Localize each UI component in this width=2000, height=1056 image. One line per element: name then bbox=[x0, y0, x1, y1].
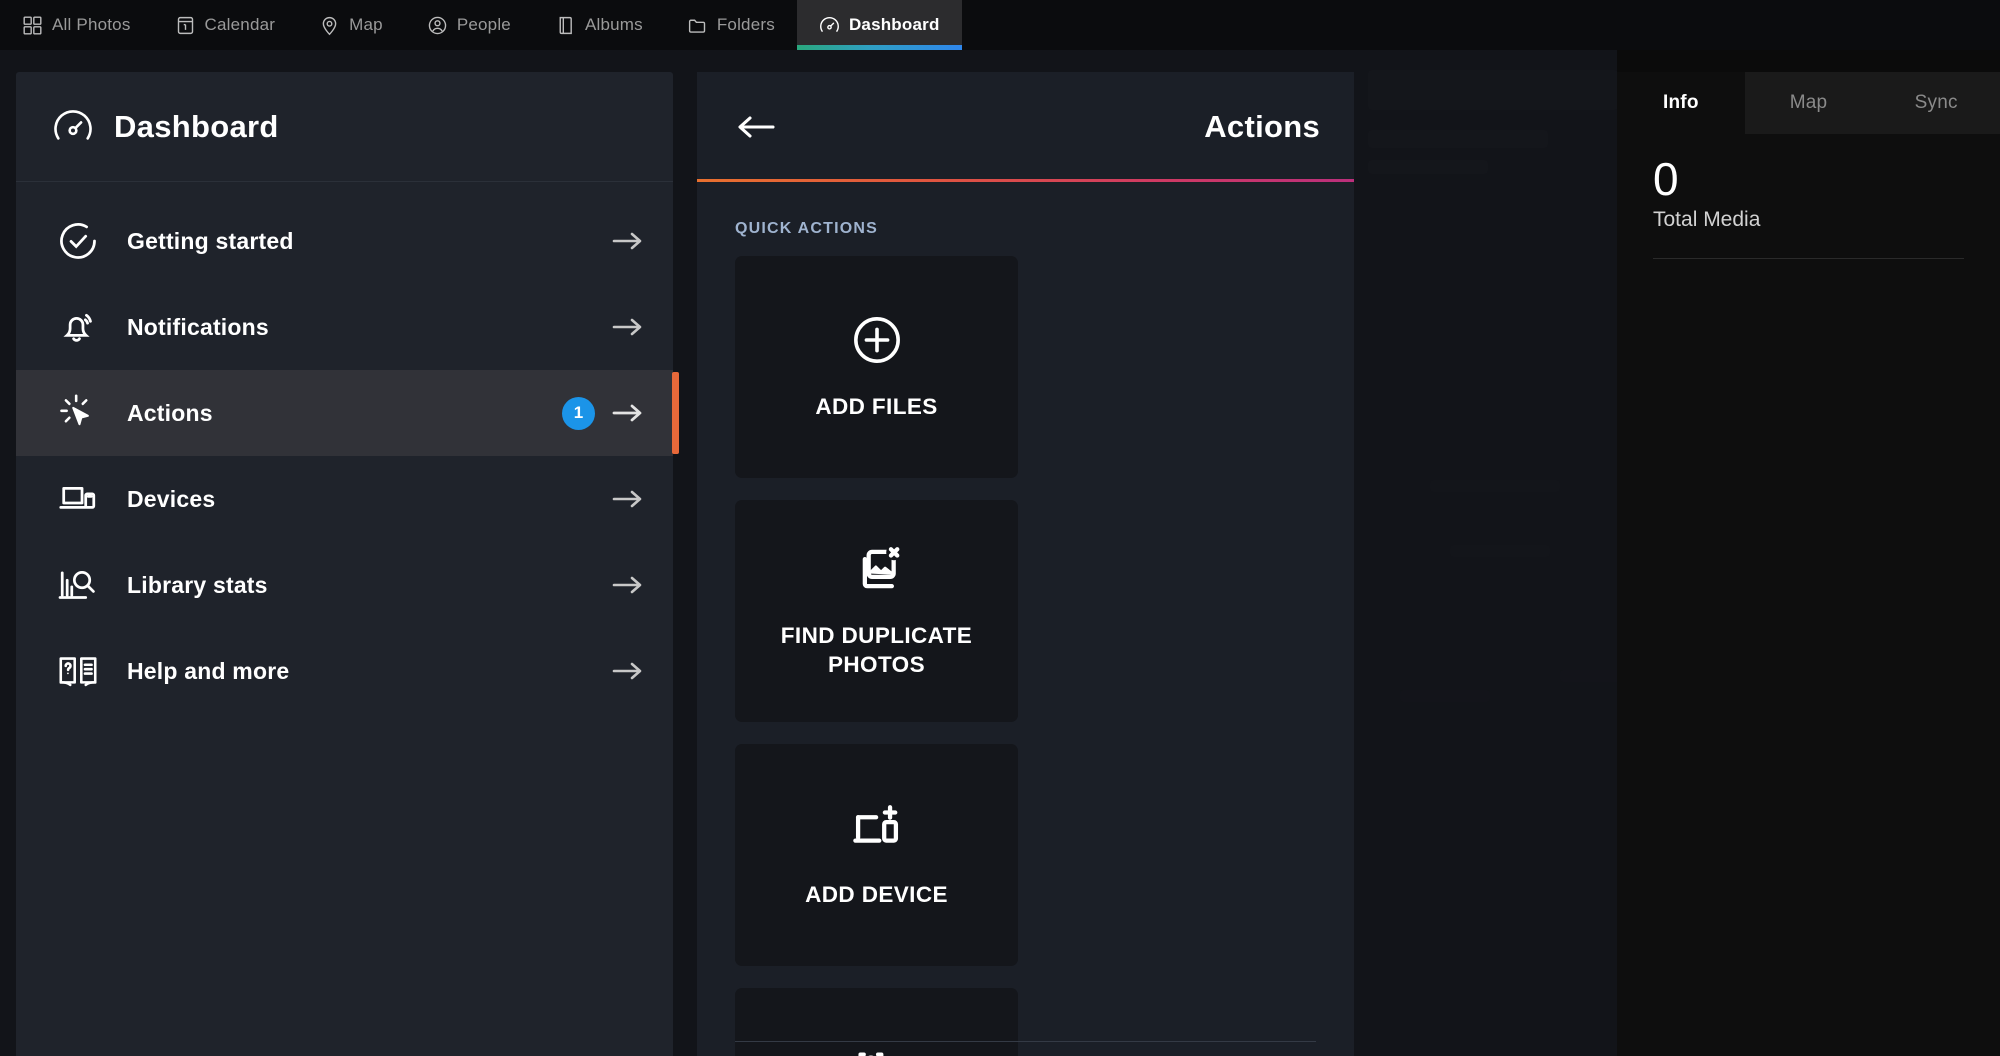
sidebar-menu: Getting started Notifications bbox=[16, 182, 673, 714]
total-media-stat: 0 Total Media bbox=[1617, 134, 2000, 259]
tag-faces-icon bbox=[850, 1045, 904, 1056]
card-add-files[interactable]: ADD FILES bbox=[735, 256, 1018, 478]
sidebar-item-notifications[interactable]: Notifications bbox=[16, 284, 673, 370]
arrow-left-icon[interactable] bbox=[731, 110, 777, 144]
image-remove-icon bbox=[850, 542, 904, 596]
arrow-right-icon bbox=[611, 486, 645, 512]
bell-icon bbox=[56, 305, 100, 349]
tab-label: Sync bbox=[1915, 92, 1958, 114]
map-pin-icon bbox=[319, 15, 340, 36]
info-panel-tabs: Info Map Sync bbox=[1617, 72, 2000, 134]
tab-people[interactable]: People bbox=[405, 0, 533, 50]
actions-panel: Actions QUICK ACTIONS ADD FILES bbox=[697, 72, 1354, 1056]
grid-icon bbox=[22, 15, 43, 36]
open-book-icon bbox=[56, 649, 100, 693]
sidebar-item-label: Notifications bbox=[127, 314, 611, 341]
arrow-right-icon bbox=[611, 228, 645, 254]
tab-label: Dashboard bbox=[849, 15, 940, 35]
tab-label: Info bbox=[1663, 92, 1699, 114]
sidebar-header: Dashboard bbox=[16, 72, 673, 182]
tab-dashboard[interactable]: Dashboard bbox=[797, 0, 962, 50]
panel-accent-line bbox=[697, 179, 1354, 182]
check-circle-icon bbox=[56, 219, 100, 263]
selection-accent-bar bbox=[672, 372, 679, 454]
stat-value: 0 bbox=[1653, 156, 1964, 202]
tab-label: Map bbox=[1790, 92, 1828, 114]
page-title: Dashboard bbox=[114, 109, 279, 145]
tab-map[interactable]: Map bbox=[297, 0, 405, 50]
stat-label: Total Media bbox=[1653, 208, 1964, 232]
folder-icon bbox=[687, 15, 708, 36]
tab-albums[interactable]: Albums bbox=[533, 0, 665, 50]
stat-divider bbox=[1653, 258, 1964, 259]
gauge-icon bbox=[52, 106, 94, 148]
tab-label: Albums bbox=[585, 15, 643, 35]
tab-sync[interactable]: Sync bbox=[1872, 72, 2000, 134]
sidebar-item-label: Actions bbox=[127, 400, 562, 427]
tab-label: People bbox=[457, 15, 511, 35]
albums-icon bbox=[555, 15, 576, 36]
info-panel: Info Map Sync 0 Total Media bbox=[1617, 50, 2000, 1056]
sidebar-item-label: Getting started bbox=[127, 228, 611, 255]
tab-label: All Photos bbox=[52, 15, 131, 35]
stats-search-icon bbox=[56, 563, 100, 607]
add-device-icon bbox=[850, 801, 904, 855]
tab-info[interactable]: Info bbox=[1617, 72, 1745, 134]
app-window: All Photos Calendar Map bbox=[0, 0, 2000, 1056]
click-cursor-icon bbox=[56, 391, 100, 435]
sidebar-item-label: Library stats bbox=[127, 572, 611, 599]
card-label: ADD FILES bbox=[815, 393, 937, 422]
sidebar-item-library-stats[interactable]: Library stats bbox=[16, 542, 673, 628]
arrow-right-icon bbox=[611, 658, 645, 684]
panel-body: QUICK ACTIONS ADD FILES bbox=[697, 182, 1354, 1056]
arrow-right-icon bbox=[611, 314, 645, 340]
card-label: FIND DUPLICATE PHOTOS bbox=[749, 622, 1004, 680]
card-label: ADD DEVICE bbox=[805, 881, 948, 910]
sidebar-item-label: Devices bbox=[127, 486, 611, 513]
section-label: QUICK ACTIONS bbox=[735, 220, 1316, 238]
devices-icon bbox=[56, 477, 100, 521]
tab-label: Map bbox=[349, 15, 383, 35]
status-badge: 1 bbox=[562, 397, 595, 430]
sidebar-item-actions[interactable]: Actions 1 bbox=[16, 370, 673, 456]
sidebar-item-getting-started[interactable]: Getting started bbox=[16, 198, 673, 284]
tab-map[interactable]: Map bbox=[1745, 72, 1873, 134]
sidebar-item-help-and-more[interactable]: Help and more bbox=[16, 628, 673, 714]
sidebar-item-devices[interactable]: Devices bbox=[16, 456, 673, 542]
sidebar-item-label: Help and more bbox=[127, 658, 611, 685]
calendar-icon bbox=[175, 15, 196, 36]
top-tab-bar: All Photos Calendar Map bbox=[0, 0, 2000, 50]
gauge-icon bbox=[819, 15, 840, 36]
info-panel-top-gap bbox=[1617, 50, 2000, 72]
tab-folders[interactable]: Folders bbox=[665, 0, 797, 50]
tab-label: Calendar bbox=[205, 15, 276, 35]
panel-title: Actions bbox=[777, 109, 1320, 145]
card-tag-faces[interactable]: TAG FACES bbox=[735, 988, 1018, 1056]
person-circle-icon bbox=[427, 15, 448, 36]
card-add-device[interactable]: ADD DEVICE bbox=[735, 744, 1018, 966]
arrow-right-icon bbox=[611, 400, 645, 426]
panel-bottom-divider bbox=[735, 1041, 1316, 1042]
quick-actions-grid: ADD FILES FIND DUPLICATE PHOTOS bbox=[735, 256, 1316, 1056]
dashboard-sidebar: Dashboard Getting started bbox=[16, 72, 673, 1056]
card-find-duplicate-photos[interactable]: FIND DUPLICATE PHOTOS bbox=[735, 500, 1018, 722]
panel-header: Actions bbox=[697, 72, 1354, 182]
tab-label: Folders bbox=[717, 15, 775, 35]
plus-circle-icon bbox=[850, 313, 904, 367]
tab-calendar[interactable]: Calendar bbox=[153, 0, 298, 50]
arrow-right-icon bbox=[611, 572, 645, 598]
tab-all-photos[interactable]: All Photos bbox=[0, 0, 153, 50]
